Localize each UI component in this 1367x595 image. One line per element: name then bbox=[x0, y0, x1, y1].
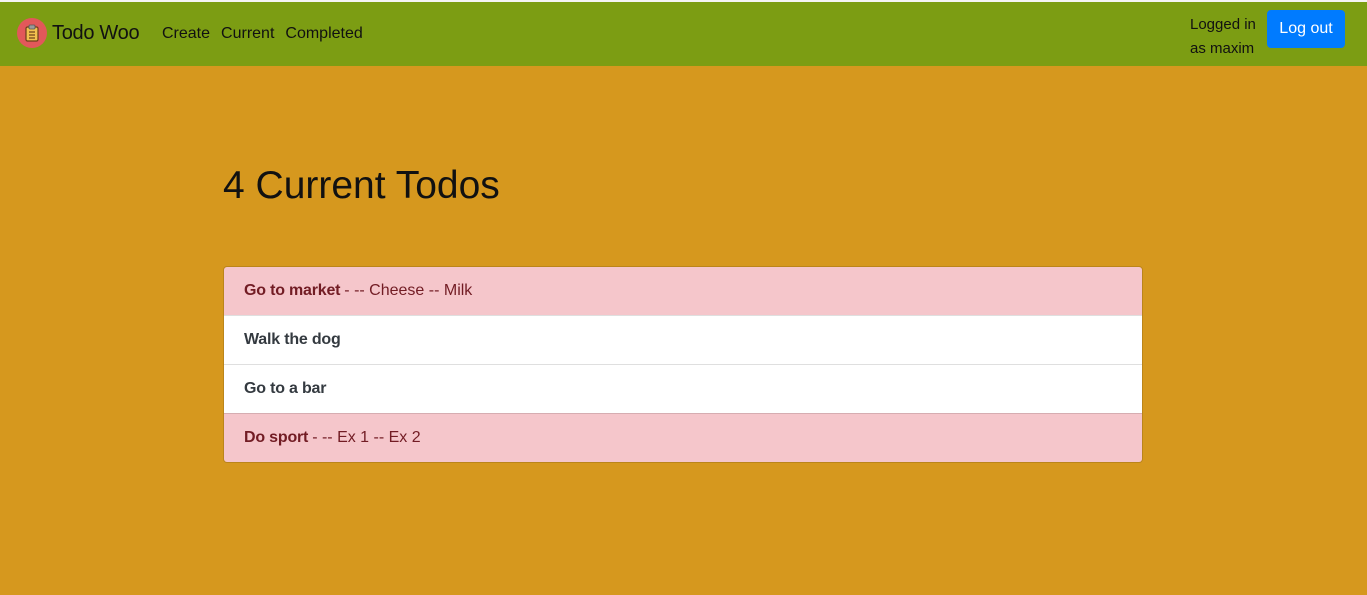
todo-title: Go to a bar bbox=[244, 380, 327, 397]
clipboard-icon bbox=[17, 18, 47, 48]
todo-memo: - -- Ex 1 -- Ex 2 bbox=[312, 429, 421, 446]
todo-title: Go to market bbox=[244, 282, 341, 299]
todo-item-walk-the-dog[interactable]: Walk the dog bbox=[224, 315, 1142, 364]
nav-link-create[interactable]: Create bbox=[162, 25, 210, 43]
logged-in-user-text: Logged in as maxim bbox=[1190, 16, 1256, 57]
nav-link-completed[interactable]: Completed bbox=[285, 25, 362, 43]
brand-name: Todo Woo bbox=[52, 21, 140, 44]
todo-title: Walk the dog bbox=[244, 331, 341, 348]
navbar-brand[interactable]: Todo Woo bbox=[17, 18, 140, 48]
todo-item-do-sport[interactable]: Do sport - -- Ex 1 -- Ex 2 bbox=[224, 413, 1142, 462]
todo-title: Do sport bbox=[244, 429, 309, 446]
nav-link-current[interactable]: Current bbox=[221, 25, 274, 43]
todo-item-go-to-market[interactable]: Go to market - -- Cheese -- Milk bbox=[224, 267, 1142, 315]
navbar: Todo Woo Create Current Completed Logged… bbox=[0, 2, 1367, 66]
todo-item-go-to-a-bar[interactable]: Go to a bar bbox=[224, 364, 1142, 413]
logout-button[interactable]: Log out bbox=[1267, 10, 1345, 48]
todo-memo: - -- Cheese -- Milk bbox=[344, 282, 473, 299]
page-title: 4 Current Todos bbox=[223, 164, 500, 207]
todo-list: Go to market - -- Cheese -- Milk Walk th… bbox=[223, 266, 1143, 463]
nav-links: Create Current Completed bbox=[162, 25, 363, 43]
